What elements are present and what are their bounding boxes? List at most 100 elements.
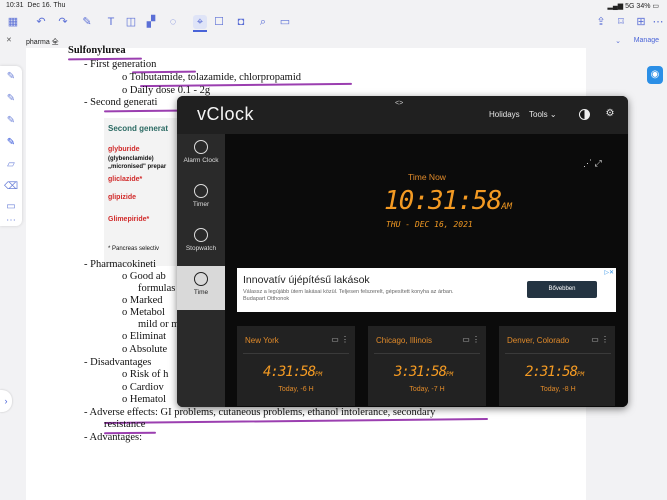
table-drug: Glimepiride* <box>108 216 150 223</box>
active-tool-indicator <box>193 30 207 32</box>
app-shortcut-button[interactable]: ◉ <box>647 66 663 84</box>
note-line: - Second generati <box>84 97 158 108</box>
clock-icon <box>194 272 208 286</box>
highlighter-icon[interactable]: ▱ <box>4 158 18 172</box>
ad-cta-button[interactable]: Bővebben <box>527 281 597 298</box>
city-options-icon[interactable]: ▭ ⋮ <box>331 335 349 344</box>
nav-timer[interactable]: Timer <box>177 178 225 222</box>
undo-icon[interactable]: ↶ <box>34 15 48 29</box>
more-icon[interactable]: ⋯ <box>651 15 665 29</box>
nav-alarm-clock[interactable]: Alarm Clock <box>177 134 225 178</box>
tools-menu[interactable]: Tools ⌄ <box>529 110 557 119</box>
city-options-icon[interactable]: ▭ ⋮ <box>462 335 480 344</box>
nav-time[interactable]: Time <box>177 266 225 310</box>
note-line: - Advantages: <box>84 432 143 443</box>
cursor-icon[interactable]: ⌖ <box>193 15 207 29</box>
second-generation-table: Second generat glyburide (glybenclamide)… <box>104 118 178 266</box>
city-options-icon[interactable]: ▭ ⋮ <box>591 335 609 344</box>
drag-handle[interactable]: <> <box>395 100 403 107</box>
more-tools-icon[interactable]: ⋯ <box>4 214 18 228</box>
ad-title: Innovatív újépítésű lakások <box>243 274 370 286</box>
bookmark-icon[interactable]: ⌑ <box>614 15 628 29</box>
city-time: 2:31:58PM <box>525 364 585 380</box>
city-card: New York ▭ ⋮ 4:31:58PM Today, -6 H <box>237 326 355 406</box>
pen-red-icon[interactable]: ✎ <box>4 92 18 106</box>
share-icon[interactable]: ⋰ ⤢ <box>583 158 602 169</box>
note-line: - Disadvantages <box>84 357 152 368</box>
status-time-date: 10:31 Dec 16. Thu <box>6 2 66 9</box>
holidays-link[interactable]: Holidays <box>489 110 520 119</box>
city-time: 4:31:58PM <box>263 364 323 380</box>
city-card: Denver, Colorado ▭ ⋮ 2:31:58PM Today, -8… <box>499 326 615 406</box>
divider <box>243 353 349 354</box>
share-icon[interactable]: ⇪ <box>594 15 608 29</box>
note-line: o Cardiov <box>122 382 164 393</box>
text-icon[interactable]: T <box>104 15 118 29</box>
theme-toggle-icon[interactable] <box>579 109 590 120</box>
adchoices-icon[interactable]: ▷✕ <box>604 269 614 276</box>
note-line: - Adverse effects: GI problems, cutaneou… <box>84 407 436 418</box>
note-line: mild or m <box>138 319 180 330</box>
camera-icon[interactable]: ◘ <box>234 15 248 29</box>
nav-stopwatch[interactable]: Stopwatch <box>177 222 225 266</box>
note-line: o Risk of h <box>122 369 169 380</box>
paint-icon[interactable]: ◫ <box>124 15 138 29</box>
grid-icon[interactable]: ⊞ <box>634 15 648 29</box>
pen-icon[interactable]: ✎ <box>80 15 94 29</box>
lasso-icon[interactable]: ◌ <box>166 15 180 29</box>
divider <box>505 353 611 354</box>
vclock-sidebar: Alarm Clock Timer Stopwatch Time <box>177 134 225 407</box>
note-line: o Daily dose 0.1 - 2g <box>122 85 211 96</box>
expand-sidebar-button[interactable]: › <box>0 390 12 412</box>
sidebar-icon[interactable]: ▦ <box>6 15 20 29</box>
chevron-down-icon[interactable]: ⌄ <box>615 37 621 45</box>
city-offset: Today, -8 H <box>540 386 576 393</box>
pen-purple-icon[interactable]: ✎ <box>4 114 18 128</box>
file-tab[interactable]: pharma 全 <box>26 37 59 47</box>
scan-icon[interactable]: ▭ <box>278 15 292 29</box>
hand-icon[interactable]: ☐ <box>212 15 226 29</box>
note-line: formulas <box>138 283 176 294</box>
note-line: resistance <box>104 419 146 430</box>
note-line: o Metabol <box>122 307 165 318</box>
note-line: - First generation <box>84 59 157 70</box>
ad-banner[interactable]: ▷✕ Innovatív újépítésű lakások Válassz a… <box>237 268 616 312</box>
stopwatch-icon <box>194 228 208 242</box>
vclock-logo[interactable]: vClock <box>197 104 254 125</box>
city-name[interactable]: Denver, Colorado <box>507 336 569 345</box>
ruler-icon[interactable]: ▭ <box>4 200 18 214</box>
note-line: o Hematol <box>122 394 167 405</box>
note-line: o Eliminat <box>122 331 167 342</box>
main-clock: 10:31:58AM <box>384 186 513 216</box>
city-name[interactable]: New York <box>245 336 279 345</box>
mic-icon[interactable]: ⌕ <box>256 15 270 29</box>
close-icon[interactable]: ✕ <box>6 36 12 44</box>
shape-icon[interactable]: ▞ <box>144 15 158 29</box>
pen-blue-icon[interactable]: ✎ <box>4 136 18 150</box>
note-line: - Pharmacokineti <box>84 259 157 270</box>
ink-underline <box>104 417 488 425</box>
manage-button[interactable]: Manage <box>634 37 659 44</box>
pen-rail: ✎ ✎ ✎ ✎ ▱ ⌫ ▭ ⋯ <box>0 66 22 226</box>
city-name[interactable]: Chicago, Illinois <box>376 336 432 345</box>
status-bar: 10:31 Dec 16. Thu ▂▄▆ 5G 34% ▭ <box>0 0 667 12</box>
city-card: Chicago, Illinois ▭ ⋮ 3:31:58PM Today, -… <box>368 326 486 406</box>
settings-gear-icon[interactable]: ⚙ <box>604 108 616 120</box>
divider <box>374 353 480 354</box>
note-line: o Good ab <box>122 271 166 282</box>
pen-black-icon[interactable]: ✎ <box>4 70 18 84</box>
table-drug-note: „micronised" prepar <box>108 164 167 170</box>
note-line: o Absolute <box>122 344 168 355</box>
status-indicators: ▂▄▆ 5G 34% ▭ <box>607 3 659 10</box>
note-line: o Tolbutamide, tolazamide, chlorpropamid <box>122 72 301 83</box>
table-heading: Second generat <box>108 124 169 133</box>
table-drug: gliclazide* <box>108 176 143 183</box>
timer-icon <box>194 184 208 198</box>
redo-icon[interactable]: ↷ <box>56 15 70 29</box>
eraser-icon[interactable]: ⌫ <box>4 180 18 194</box>
alarm-clock-icon <box>194 140 208 154</box>
city-offset: Today, -7 H <box>409 386 445 393</box>
main-date: THU - DEC 16, 2021 <box>386 220 473 229</box>
notes-toolbar: ▦ ↶ ↷ ✎ T ◫ ▞ ◌ ⌖ ☐ ◘ ⌕ ▭ ⇪ ⌑ ⊞ ⋯ <box>0 12 667 34</box>
city-offset: Today, -6 H <box>278 386 314 393</box>
